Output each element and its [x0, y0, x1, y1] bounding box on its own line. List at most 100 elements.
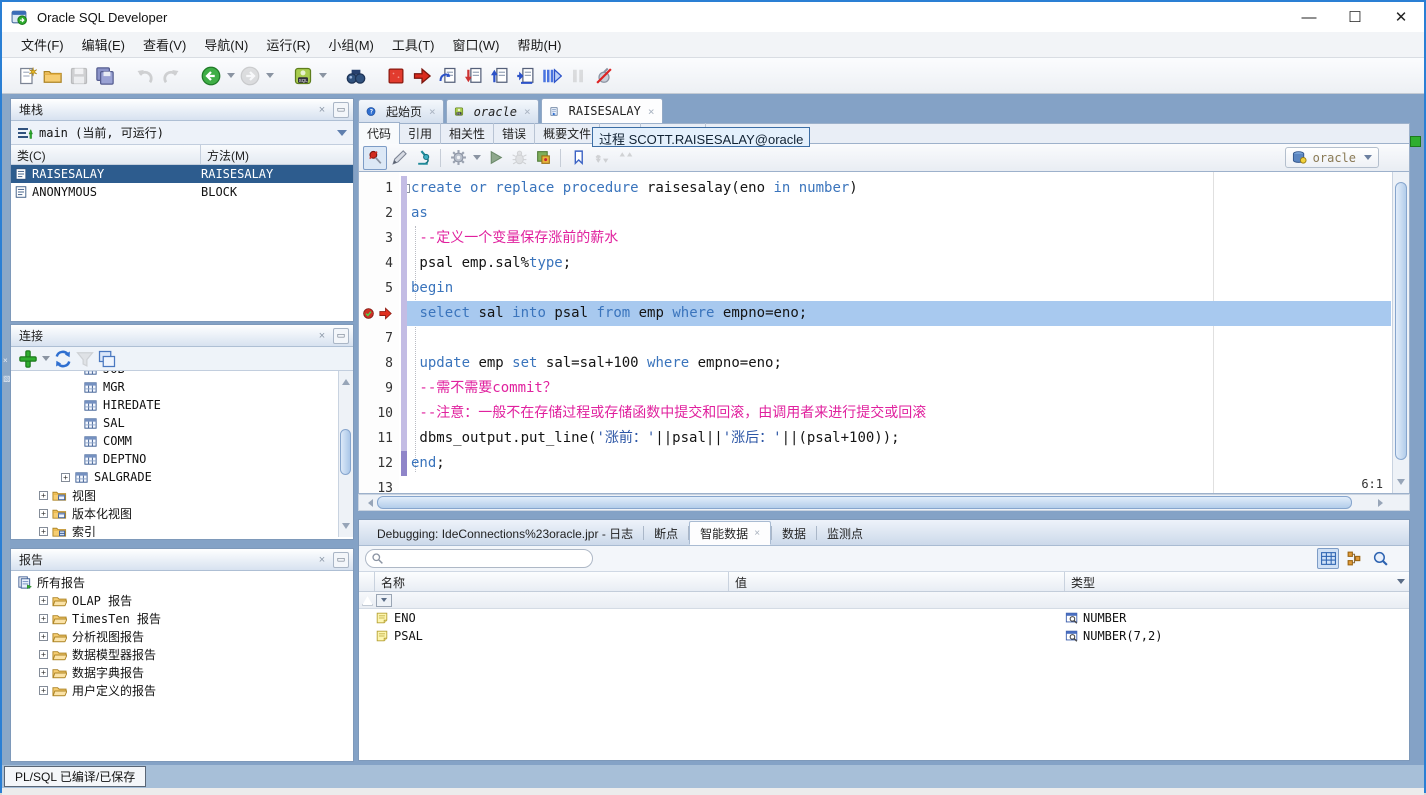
code-line-4[interactable]: psal emp.sal%type;: [411, 251, 1389, 276]
resume-button[interactable]: [539, 63, 565, 89]
connections-tree-item[interactable]: COMM: [11, 432, 353, 450]
line-number[interactable]: 9: [359, 381, 393, 396]
line-number[interactable]: 4: [359, 256, 393, 271]
zoom-view-button[interactable]: [1369, 548, 1391, 569]
code-line-13[interactable]: [411, 476, 1389, 493]
scroll-right-icon[interactable]: [1378, 499, 1387, 507]
reports-tree-item[interactable]: + 用户定义的报告: [11, 681, 353, 699]
debugger-tab-5[interactable]: 监测点: [817, 521, 873, 545]
editor-horizontal-scrollbar[interactable]: [358, 494, 1410, 511]
scrollbar-thumb[interactable]: [1395, 182, 1407, 460]
code-line-7[interactable]: [411, 326, 1389, 351]
open-windows-button[interactable]: [96, 348, 118, 370]
add-button[interactable]: [17, 348, 39, 370]
filter-button[interactable]: [74, 348, 96, 370]
stack-col-method[interactable]: 方法(M): [201, 145, 353, 164]
reports-minimize-icon[interactable]: ▭: [333, 551, 349, 568]
find-execution-point-button[interactable]: [409, 63, 435, 89]
breakpoint-icon[interactable]: [362, 307, 375, 320]
connections-tree-item[interactable]: + 索引: [11, 522, 353, 537]
new-file-button[interactable]: ✶: [14, 63, 40, 89]
doc-tab-起始页[interactable]: ? 起始页 ×: [358, 99, 444, 123]
connections-tree-item[interactable]: + SALGRADE: [11, 468, 353, 486]
terminate-button[interactable]: [383, 63, 409, 89]
variable-row-ENO[interactable]: ENO NUMBER: [359, 609, 1409, 627]
doc-tab-oracle[interactable]: SQL oracle ×: [445, 99, 539, 123]
microscope-button[interactable]: [411, 146, 435, 170]
gear-button[interactable]: [446, 146, 470, 170]
expand-icon[interactable]: +: [39, 667, 48, 677]
editor-vertical-scrollbar[interactable]: [1392, 172, 1409, 493]
col-name[interactable]: 名称: [375, 572, 729, 591]
dropdown-icon[interactable]: [470, 145, 483, 171]
reports-tree-item[interactable]: 所有报告: [11, 573, 353, 591]
connections-tree-item[interactable]: DEPTNO: [11, 450, 353, 468]
tree-view-button[interactable]: [1343, 548, 1365, 569]
sub-tab-代码[interactable]: 代码: [358, 121, 401, 146]
code-line-12[interactable]: end;: [411, 451, 1389, 476]
code-line-6[interactable]: select sal into psal from emp where empn…: [407, 301, 1389, 326]
scroll-down-icon[interactable]: [342, 523, 350, 533]
bookmark-button[interactable]: [566, 146, 590, 170]
thread-selector[interactable]: main (当前, 可运行): [11, 121, 353, 145]
dropdown-icon[interactable]: [316, 63, 329, 89]
line-number[interactable]: 2: [359, 206, 393, 221]
save-all-button[interactable]: [92, 63, 118, 89]
pin-button[interactable]: [363, 145, 387, 170]
doc-tab-RAISESALAY[interactable]: RAISESALAY ×: [540, 98, 663, 123]
variable-row-PSAL[interactable]: PSAL NUMBER(7,2): [359, 627, 1409, 645]
dropdown-icon[interactable]: [263, 63, 276, 89]
grid-view-button[interactable]: [1317, 548, 1339, 569]
tab-close-icon[interactable]: ×: [524, 105, 531, 118]
line-number[interactable]: 7: [359, 331, 393, 346]
menu-item-4[interactable]: 导航(N): [195, 32, 257, 57]
menu-item-1[interactable]: 文件(F): [12, 32, 73, 57]
expand-icon[interactable]: +: [39, 613, 48, 623]
menu-item-6[interactable]: 小组(M): [319, 32, 383, 57]
minimize-button[interactable]: —: [1286, 2, 1332, 32]
menu-item-3[interactable]: 查看(V): [134, 32, 195, 57]
sub-tab-引用[interactable]: 引用: [400, 123, 442, 144]
stack-minimize-icon[interactable]: ▭: [333, 101, 349, 118]
sql-worksheet-button[interactable]: SQL: [290, 63, 316, 89]
stack-col-class[interactable]: 类(C): [11, 145, 201, 164]
tab-close-icon[interactable]: ×: [429, 105, 436, 118]
line-number[interactable]: 8: [359, 356, 393, 371]
reports-tree-item[interactable]: + OLAP 报告: [11, 591, 353, 609]
edit-pencil-button[interactable]: [387, 146, 411, 170]
connections-tree-item[interactable]: SAL: [11, 414, 353, 432]
step-over-button[interactable]: [435, 63, 461, 89]
refresh-button[interactable]: [52, 348, 74, 370]
debugger-tab-4[interactable]: 数据: [772, 521, 816, 545]
expand-icon[interactable]: +: [39, 508, 48, 518]
expand-icon[interactable]: +: [39, 595, 48, 605]
filter-dropdown-icon[interactable]: [376, 593, 392, 607]
sub-tab-相关性[interactable]: 相关性: [441, 123, 495, 144]
run-button[interactable]: [483, 146, 507, 170]
line-number[interactable]: 12: [359, 456, 393, 471]
scroll-left-icon[interactable]: [364, 499, 373, 507]
reports-tree-item[interactable]: + 分析视图报告: [11, 627, 353, 645]
code-line-3[interactable]: --定义一个变量保存涨前的薪水: [411, 226, 1389, 251]
search-input[interactable]: [365, 549, 593, 568]
reports-tree-item[interactable]: + TimesTen 报告: [11, 609, 353, 627]
connections-close-icon[interactable]: ×: [314, 328, 330, 344]
reports-tree-item[interactable]: + 数据模型器报告: [11, 645, 353, 663]
stack-close-icon[interactable]: ×: [314, 102, 330, 118]
connections-tree-item[interactable]: HIREDATE: [11, 396, 353, 414]
col-value[interactable]: 值: [729, 572, 1065, 591]
expand-icon[interactable]: +: [39, 631, 48, 641]
connections-tree-item[interactable]: JOB: [11, 371, 353, 378]
connections-tree-item[interactable]: + 版本化视图: [11, 504, 353, 522]
back-button[interactable]: [198, 63, 224, 89]
expand-icon[interactable]: +: [39, 685, 48, 695]
code-line-8[interactable]: update emp set sal=sal+100 where empno=e…: [411, 351, 1389, 376]
tab-close-icon[interactable]: ×: [648, 105, 655, 118]
expand-icon[interactable]: +: [39, 526, 48, 536]
menu-item-2[interactable]: 编辑(E): [73, 32, 134, 57]
code-line-9[interactable]: --需不需要commit？: [411, 376, 1389, 401]
menu-item-9[interactable]: 帮助(H): [508, 32, 570, 57]
line-number[interactable]: 10: [359, 406, 393, 421]
code-line-5[interactable]: begin: [411, 276, 1389, 301]
code-line-11[interactable]: dbms_output.put_line('涨前：'||psal||'涨后：'|…: [411, 426, 1389, 451]
